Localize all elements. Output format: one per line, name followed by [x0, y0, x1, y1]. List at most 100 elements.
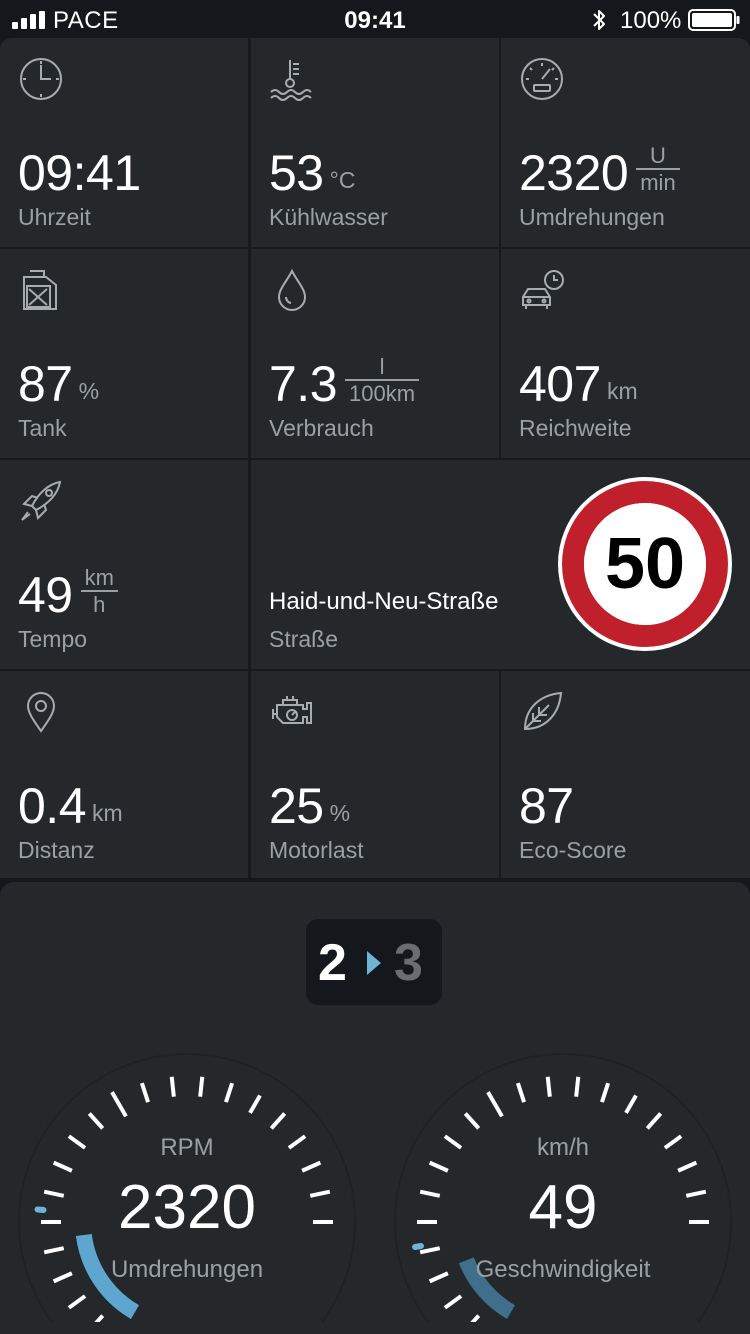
- rpm-tick: [52, 1160, 73, 1173]
- tank-value: 87: [18, 356, 73, 412]
- verbrauch-label: Verbrauch: [269, 415, 374, 441]
- rpm-tick: [110, 1091, 128, 1118]
- tank-unit: %: [78, 378, 100, 404]
- speed-limit-sign: 50: [558, 477, 732, 651]
- reichweite-value: 407: [519, 356, 601, 412]
- rpm-gauge[interactable]: RPM 2320 Umdrehungen: [12, 1022, 362, 1322]
- fuel-canister-icon: [18, 267, 64, 313]
- umdrehungen-unit: U min: [636, 143, 680, 196]
- tachometer-icon: [519, 56, 565, 102]
- speed-tick: [624, 1094, 638, 1114]
- rpm-tick: [198, 1076, 205, 1097]
- strasse-label: Straße: [269, 626, 339, 652]
- eco-value: 87: [519, 778, 574, 834]
- uhrzeit-value-row: 09:41: [18, 138, 141, 198]
- gear-arrow-icon: [367, 951, 381, 975]
- rpm-tick: [94, 1314, 105, 1322]
- reichweite-label: Reichweite: [519, 415, 632, 441]
- status-bar: PACE 09:41 100%: [0, 0, 750, 40]
- rpm-tick: [87, 1112, 105, 1130]
- kuehlwasser-value-row: 53 °C: [269, 138, 355, 198]
- gear-indicator[interactable]: 2 3: [306, 919, 442, 1005]
- tempo-unit-denominator: h: [93, 592, 106, 617]
- distanz-value-row: 0.4 km: [18, 771, 123, 831]
- tempo-unit: km h: [80, 566, 118, 618]
- uhrzeit-value: 09:41: [18, 145, 141, 201]
- tempo-value-row: 49 km h: [18, 560, 118, 620]
- rocket-icon: [18, 478, 64, 524]
- distanz-label: Distanz: [18, 837, 95, 863]
- battery-percent: 100%: [620, 7, 682, 34]
- tile-tank[interactable]: 87 % Tank: [0, 249, 248, 458]
- engine-icon: [269, 689, 315, 735]
- verbrauch-unit-numerator: l: [379, 354, 385, 379]
- reichweite-unit: km: [606, 378, 638, 404]
- tile-motorlast[interactable]: 25 % Motorlast: [251, 671, 499, 878]
- rpm-tick: [43, 1246, 65, 1255]
- umdrehungen-value-row: 2320 U min: [519, 138, 680, 198]
- car-clock-icon: [519, 267, 565, 313]
- uhrzeit-label: Uhrzeit: [18, 204, 91, 230]
- rpm-label: Umdrehungen: [110, 1256, 264, 1283]
- speed-marker: [412, 1243, 425, 1251]
- tempo-value: 49: [18, 567, 73, 623]
- rpm-tick: [269, 1112, 287, 1130]
- tile-umdrehungen[interactable]: 2320 U min Umdrehungen: [501, 38, 750, 247]
- rpm-value: 2320: [118, 1173, 256, 1242]
- location-pin-icon: [18, 689, 64, 735]
- motorlast-value: 25: [269, 778, 324, 834]
- kuehlwasser-value: 53: [269, 145, 324, 201]
- speed-tick: [574, 1076, 581, 1097]
- rpm-unit: RPM: [160, 1134, 214, 1161]
- rpm-tick: [301, 1160, 322, 1173]
- rpm-tick: [169, 1076, 176, 1097]
- coolant-temperature-icon: [269, 56, 315, 102]
- street-name: Haid-und-Neu-Straße: [269, 588, 499, 615]
- tile-eco-score[interactable]: 87 Eco-Score: [501, 671, 750, 878]
- gauge-panel: 2 3 RPM 2320 Umdrehungen km/h 49 Geschwi…: [0, 882, 750, 1334]
- verbrauch-unit-denominator: 100km: [349, 381, 416, 406]
- rpm-tick: [139, 1082, 150, 1103]
- tile-reichweite[interactable]: 407 km Reichweite: [501, 249, 750, 458]
- tile-uhrzeit[interactable]: 09:41 Uhrzeit: [0, 38, 248, 247]
- tank-label: Tank: [18, 415, 67, 441]
- speed-label: Geschwindigkeit: [475, 1256, 651, 1283]
- eco-value-row: 87: [519, 771, 574, 831]
- speed-tick: [470, 1314, 481, 1322]
- tile-tempo[interactable]: 49 km h Tempo: [0, 460, 248, 669]
- speed-tick: [600, 1082, 611, 1103]
- verbrauch-value-row: 7.3 l 100km: [269, 349, 420, 412]
- rpm-tick: [224, 1082, 235, 1103]
- verbrauch-value: 7.3: [269, 356, 338, 412]
- umdrehungen-label: Umdrehungen: [519, 204, 665, 230]
- current-gear: 2: [318, 934, 347, 992]
- clock-icon: [18, 56, 64, 102]
- tile-strasse[interactable]: Haid-und-Neu-Straße Straße 50: [251, 460, 750, 669]
- tile-distanz[interactable]: 0.4 km Distanz: [0, 671, 248, 878]
- speed-limit-value: 50: [605, 524, 685, 604]
- tile-verbrauch[interactable]: 7.3 l 100km Verbrauch: [251, 249, 499, 458]
- umdrehungen-unit-denominator: min: [640, 170, 676, 195]
- speed-tick: [677, 1160, 698, 1173]
- rpm-tick: [248, 1094, 262, 1114]
- speed-tick: [645, 1112, 663, 1130]
- tile-kuehlwasser[interactable]: 53 °C Kühlwasser: [251, 38, 499, 247]
- umdrehungen-unit-numerator: U: [650, 143, 666, 168]
- tempo-label: Tempo: [18, 626, 88, 652]
- speed-tick: [443, 1294, 463, 1310]
- bluetooth-icon: [593, 10, 605, 30]
- motorlast-unit: %: [329, 800, 351, 826]
- umdrehungen-value: 2320: [519, 145, 629, 201]
- speed-tick: [428, 1160, 449, 1173]
- speed-tick: [419, 1246, 441, 1255]
- dashboard-grid: 09:41 Uhrzeit 53 °C Kühlwasser 2320 U mi…: [0, 38, 750, 878]
- eco-label: Eco-Score: [519, 837, 627, 863]
- distanz-value: 0.4: [18, 778, 87, 834]
- fuel-drop-icon: [269, 267, 315, 313]
- leaf-icon: [519, 689, 565, 735]
- motorlast-label: Motorlast: [269, 837, 364, 863]
- speed-tick: [463, 1112, 481, 1130]
- speed-gauge[interactable]: km/h 49 Geschwindigkeit: [388, 1022, 738, 1322]
- reichweite-value-row: 407 km: [519, 349, 638, 409]
- tank-value-row: 87 %: [18, 349, 99, 409]
